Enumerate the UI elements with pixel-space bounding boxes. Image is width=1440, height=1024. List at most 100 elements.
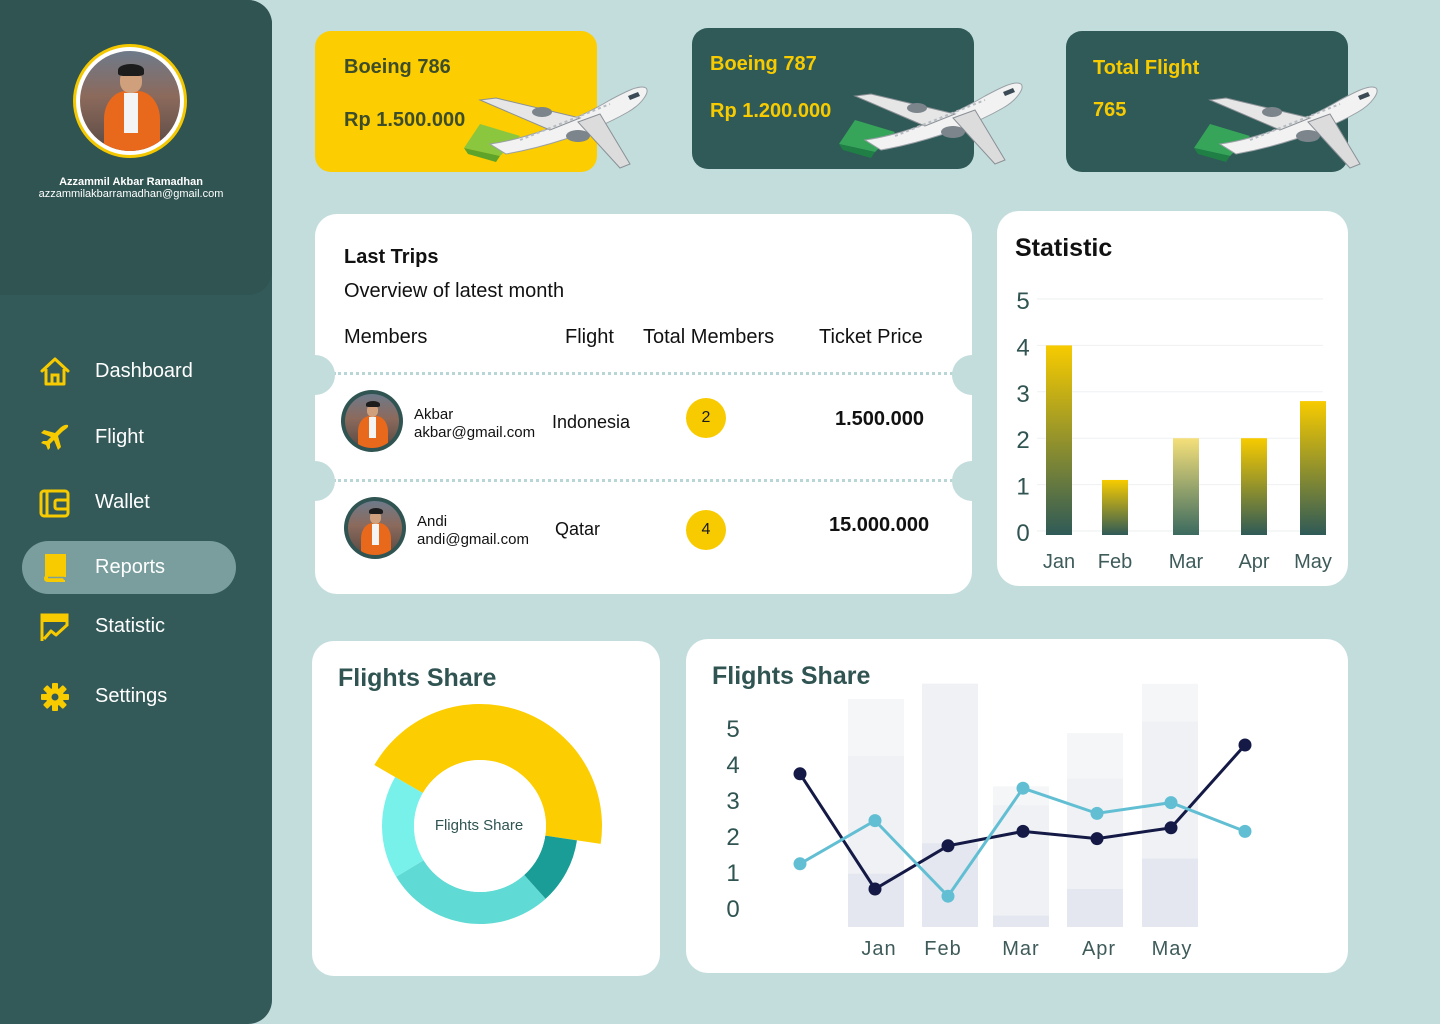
row-divider [333,479,953,482]
airplane-image [1194,86,1378,169]
card-value: Rp 1.200.000 [710,100,832,122]
y-tick-label: 1 [726,860,739,887]
series-point [793,767,807,781]
ticket-notch [295,355,335,395]
nav-label: Settings [95,685,168,707]
column-header-ticket-price[interactable]: Ticket Price [819,326,923,349]
series-point [1090,806,1104,820]
home-icon [38,355,72,389]
bar [1102,479,1128,535]
statistic-panel: Statistic 0 1 2 3 4 5 Jan Feb Mar Apr May [997,211,1348,586]
last-trips-panel: Last Trips Overview of latest month Memb… [295,214,992,594]
trips-subtitle: Overview of latest month [344,280,565,302]
nav-label: Statistic [95,615,166,637]
card-value: Rp 1.500.000 [344,109,466,131]
card-value: 765 [1093,99,1127,121]
x-tick-label: Jan [1043,551,1075,573]
y-tick-label: 1 [1016,474,1029,501]
ticket-price: 15.000.000 [829,514,930,536]
profile-panel: Azzammil Akbar Ramadhan azzammilakbarram… [0,0,272,295]
series-point [868,814,882,828]
y-tick-label: 5 [726,716,739,743]
sidebar: Azzammil Akbar Ramadhan azzammilakbarram… [0,0,272,1024]
profile-avatar[interactable] [73,44,187,158]
card-title: Total Flight [1093,57,1200,79]
profile-name: Azzammil Akbar Ramadhan [59,176,203,188]
flight-destination: Indonesia [552,412,631,432]
y-tick-label: 2 [726,824,739,851]
x-tick-label: May [1152,938,1193,960]
background-bar-segment [993,805,1049,927]
nav-statistic[interactable]: Statistic [22,600,236,653]
member-email: andi@gmail.com [417,531,529,548]
nav-wallet[interactable]: Wallet [22,476,236,529]
x-tick-label: Mar [1169,551,1204,573]
bar [1300,401,1326,535]
member-email: akbar@gmail.com [414,424,536,441]
series-point [941,889,955,903]
members-count-badge: 2 [686,398,726,438]
column-header-flight[interactable]: Flight [565,326,614,349]
avatar [344,497,406,559]
row-divider [333,372,953,375]
y-tick-label: 0 [1016,520,1029,547]
nav-label: Reports [95,556,166,578]
y-tick-label: 0 [726,896,739,923]
background-bar-segment [993,915,1049,927]
y-tick-label: 4 [1016,334,1029,361]
background-bar-segment [848,873,904,927]
series-point [941,839,955,853]
card-title: Boeing 786 [344,56,451,78]
airplane-image [464,86,648,169]
bar-chart: 0 1 2 3 4 5 Jan Feb Mar Apr May [1016,288,1332,573]
series-point [1090,832,1104,846]
series-point [1238,824,1252,838]
bar [1046,345,1072,535]
y-tick-label: 2 [1016,427,1029,454]
column-header-members[interactable]: Members [344,326,427,349]
nav-dashboard[interactable]: Dashboard [22,345,236,398]
ticket-notch [952,355,992,395]
x-tick-label: Jan [861,938,896,960]
y-tick-label: 5 [1016,288,1029,315]
profile-email: azzammilakbarramadhan@gmail.com [38,188,224,200]
flight-destination: Qatar [555,519,601,539]
ticket-notch [295,461,335,501]
members-count-badge: 4 [686,510,726,550]
avatar [341,390,403,452]
member-name: Akbar [414,406,454,423]
donut-chart [374,704,602,924]
series-point [1164,796,1178,810]
series-point [1016,781,1030,795]
x-tick-label: Apr [1082,938,1116,960]
column-header-total-members[interactable]: Total Members [643,326,774,349]
bar [1173,438,1199,535]
ticket-price: 1.500.000 [835,408,924,430]
y-tick-label: 4 [726,752,739,779]
book-icon [38,551,72,585]
nav-label: Wallet [95,491,150,513]
card-title: Boeing 787 [710,53,817,75]
series-point [1016,824,1030,838]
member-name: Andi [417,513,448,530]
trips-title: Last Trips [344,246,439,268]
nav-settings[interactable]: Settings [22,670,236,723]
nav-label: Dashboard [95,360,193,382]
x-tick-label: Feb [924,938,961,960]
nav-reports[interactable]: Reports [22,541,236,594]
nav-flight[interactable]: Flight [22,411,236,464]
x-tick-label: Apr [1238,551,1269,573]
airplane-image [839,82,1023,165]
wallet-icon [38,486,72,520]
nav-label: Flight [95,426,144,448]
x-tick-label: Mar [1002,938,1039,960]
background-bar-segment [1142,858,1198,927]
ticket-notch [952,461,992,501]
bar [1241,438,1267,535]
gear-icon [38,680,72,714]
series-point [868,882,882,896]
y-tick-label: 3 [726,788,739,815]
x-tick-label: Feb [1098,551,1132,573]
chart-icon [38,610,72,644]
airplane-icon [38,421,72,455]
